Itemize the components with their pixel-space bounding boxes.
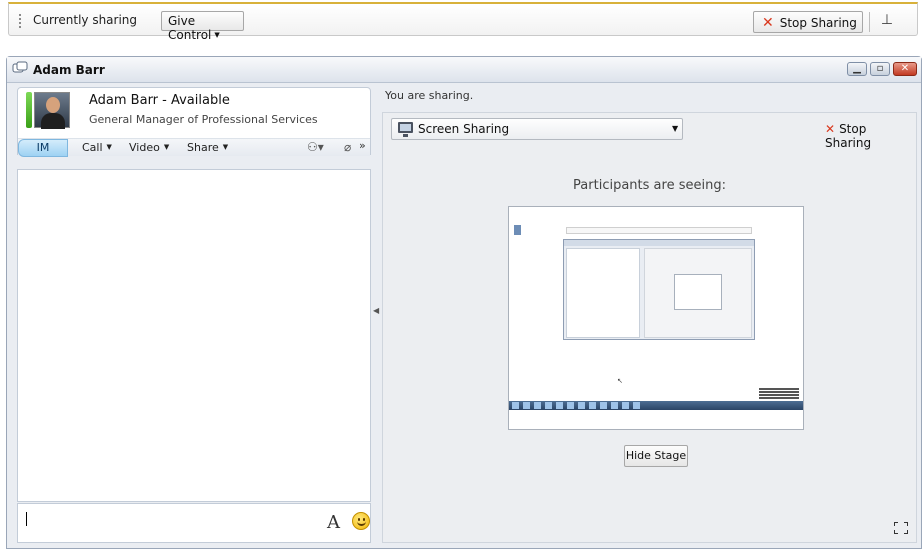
contact-job-title: General Manager of Professional Services (89, 113, 318, 126)
hide-stage-button[interactable]: Hide Stage (624, 445, 688, 467)
share-label: Share (187, 141, 219, 154)
font-icon[interactable]: A (327, 512, 340, 533)
close-icon: ✕ (900, 63, 910, 74)
avatar[interactable] (34, 92, 70, 129)
currently-sharing-label: Currently sharing (33, 13, 138, 27)
video-label: Video (129, 141, 160, 154)
pin-icon[interactable]: ⊥ (877, 12, 897, 32)
give-control-label: Give Control (168, 14, 212, 42)
chevron-down-icon: ▼ (163, 143, 170, 151)
stop-sharing-link[interactable]: ✕ Stop Sharing (825, 122, 916, 150)
screen-preview-thumbnail: ↖ (508, 206, 804, 430)
call-label: Call (82, 141, 103, 154)
desktop-icon (514, 225, 521, 235)
emoticon-icon[interactable] (352, 512, 370, 530)
chevron-down-icon: ▼ (106, 143, 112, 151)
stop-x-icon: ✕ (825, 122, 836, 136)
maximize-button[interactable]: ▫ (870, 62, 890, 76)
preview-watermark (759, 388, 799, 399)
toolbar-divider (869, 12, 870, 32)
contact-name-status[interactable]: Adam Barr - Available (89, 93, 230, 108)
fullscreen-icon[interactable] (894, 522, 908, 534)
minimize-button[interactable]: ▁ (847, 62, 867, 76)
video-button[interactable]: Video ▼ (129, 141, 169, 154)
sharing-mode-label: Screen Sharing (418, 122, 510, 136)
stop-sharing-label: Stop Sharing (779, 16, 857, 30)
sharing-mode-dropdown[interactable]: Screen Sharing ▼ (391, 118, 683, 140)
window-title: Adam Barr (33, 63, 105, 77)
chevron-down-icon: ▼ (672, 124, 679, 133)
text-caret (26, 512, 27, 526)
sharing-stage: Screen Sharing ▼ ✕ Stop Sharing Participa… (382, 112, 917, 543)
stop-x-icon: ✕ (762, 15, 774, 31)
preview-sharing-bar (566, 227, 752, 234)
tab-im[interactable]: IM (18, 139, 68, 157)
give-control-button[interactable]: Give Control ▼ (161, 11, 244, 42)
maximize-icon: ▫ (876, 63, 884, 74)
preview-taskbar (509, 401, 803, 410)
im-input-field[interactable]: A (17, 503, 371, 543)
window-titlebar[interactable]: Adam Barr ▁ ▫ ✕ (7, 57, 921, 83)
conversation-window: Adam Barr ▁ ▫ ✕ Adam Barr - Available Ge… (6, 56, 922, 549)
chevron-down-icon: ▼ (214, 31, 220, 39)
presence-indicator (26, 92, 32, 128)
call-button[interactable]: Call ▼ (82, 141, 112, 154)
monitor-icon (398, 122, 413, 137)
chevron-down-icon: ▼ (222, 143, 229, 151)
stop-sharing-button[interactable]: ✕ Stop Sharing (753, 11, 863, 33)
participants-seeing-label: Participants are seeing: (573, 178, 726, 193)
people-options-icon[interactable]: ⚇▾ (307, 140, 324, 154)
im-history-pane[interactable] (17, 169, 371, 502)
drag-grip-icon[interactable] (19, 14, 22, 28)
conversation-toolbar: IM Call ▼ Video ▼ Share ▼ ⚇▾ ⌀ » (18, 138, 370, 157)
preview-window (563, 239, 755, 340)
attachment-icon[interactable]: ⌀ (344, 140, 351, 154)
contact-card: Adam Barr - Available General Manager of… (17, 87, 371, 157)
collapse-arrow-icon[interactable]: ◀ (373, 306, 379, 315)
conversation-icon (12, 61, 28, 77)
mouse-cursor-icon: ↖ (617, 377, 623, 385)
you-are-sharing-label: You are sharing. (385, 89, 474, 102)
share-button[interactable]: Share ▼ (187, 141, 228, 154)
close-button[interactable]: ✕ (893, 62, 917, 76)
more-options-icon[interactable]: » (359, 139, 366, 152)
minimize-icon: ▁ (853, 63, 861, 74)
sharing-toolbar: Currently sharing Give Control ▼ ✕ Stop Sh… (8, 2, 918, 42)
